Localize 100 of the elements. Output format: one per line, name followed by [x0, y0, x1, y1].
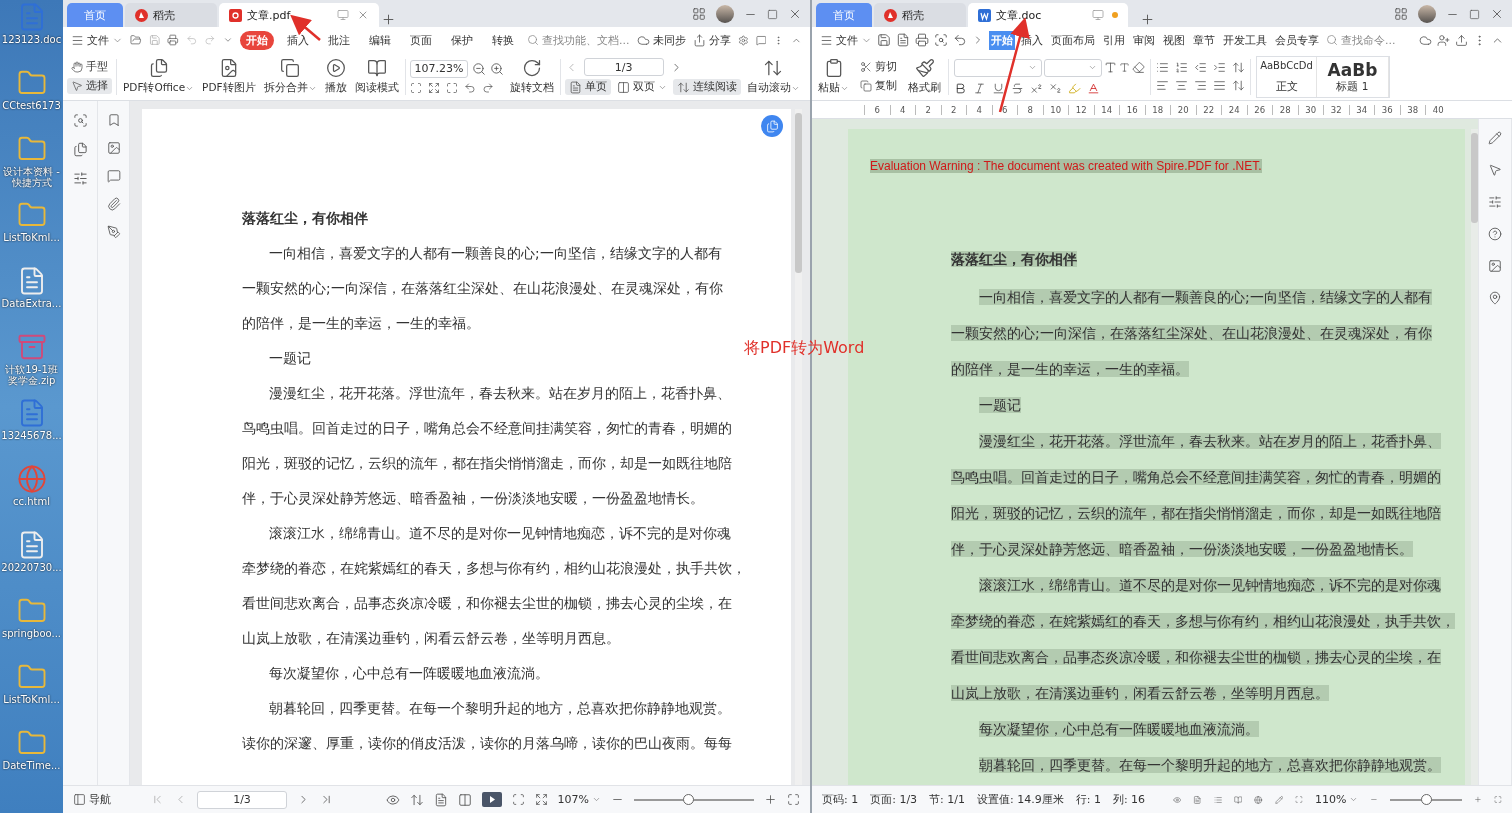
menu-tab[interactable]: 审阅	[1131, 30, 1157, 50]
menu-tab[interactable]: 视图	[1161, 30, 1187, 50]
print-icon[interactable]	[915, 33, 929, 47]
fit-page-icon[interactable]	[534, 793, 548, 806]
attachment-icon[interactable]	[106, 197, 121, 211]
book-icon[interactable]	[366, 58, 387, 78]
italic-icon[interactable]	[973, 81, 986, 95]
zoom-out-icon[interactable]	[471, 61, 486, 76]
slider-thumb[interactable]	[1421, 793, 1433, 805]
fit-icon[interactable]	[1295, 793, 1303, 806]
zoom-field[interactable]: 107.23%	[409, 59, 468, 78]
convert-float-button[interactable]	[761, 115, 783, 137]
paste-button[interactable]: 粘贴	[816, 58, 851, 95]
print-icon[interactable]	[167, 33, 179, 47]
cloud-icon[interactable]	[1419, 33, 1432, 47]
document-tab[interactable]: 稻壳	[874, 3, 966, 27]
bullet-list-icon[interactable]	[1156, 61, 1169, 74]
undo-icon[interactable]	[953, 33, 967, 47]
shrink-font-icon[interactable]	[1119, 62, 1130, 73]
desktop-icon-label[interactable]: DateTime...	[0, 760, 63, 771]
style-option[interactable]: AaBb 标题 1	[1317, 56, 1389, 97]
page-field[interactable]: 1/3	[197, 790, 287, 809]
eye-icon[interactable]	[385, 792, 400, 807]
monitor-icon[interactable]	[337, 9, 349, 21]
play-icon[interactable]	[481, 792, 502, 807]
pointer-icon[interactable]	[1488, 163, 1502, 177]
superscript-icon[interactable]	[1030, 81, 1043, 95]
menu-tab[interactable]: 转换	[485, 30, 520, 50]
sort-icon[interactable]	[1232, 61, 1245, 74]
help-icon[interactable]	[1488, 227, 1502, 241]
actual-size-icon[interactable]	[409, 81, 422, 94]
close-icon[interactable]	[788, 7, 802, 21]
menu-tab[interactable]: 页面	[403, 30, 438, 50]
tool-button[interactable]: 播放	[322, 58, 349, 95]
document-tab[interactable]: 稻壳	[125, 3, 217, 27]
continuous-icon[interactable]	[409, 792, 424, 807]
format-painter-button[interactable]: 格式刷	[906, 58, 943, 95]
tool-button[interactable]: 手型	[67, 59, 112, 75]
bookmark-icon[interactable]	[106, 113, 121, 127]
menu-tab[interactable]: 插入	[280, 30, 315, 50]
zoom-in-icon[interactable]	[489, 61, 504, 76]
tool-button[interactable]: 阅读模式	[352, 58, 401, 95]
clear-format-icon[interactable]	[1132, 61, 1145, 74]
indent-icon[interactable]	[1213, 61, 1226, 74]
zoom-in-icon[interactable]	[764, 793, 777, 806]
menu-tab[interactable]: 开发工具	[1221, 30, 1269, 50]
file-menu[interactable]: 文件	[71, 32, 123, 48]
play-icon[interactable]	[325, 58, 346, 78]
settings-icon[interactable]	[737, 33, 749, 47]
scrollbar[interactable]	[1471, 129, 1478, 785]
document-tab[interactable]: 文章.pdf	[219, 3, 379, 27]
zoom-menu[interactable]: 110%	[1315, 793, 1359, 806]
sliders-icon[interactable]	[72, 171, 88, 186]
location-icon[interactable]	[1488, 291, 1502, 305]
search-field[interactable]: 查找命令...	[1326, 33, 1407, 47]
sliders-icon[interactable]	[1488, 195, 1502, 209]
pages-icon[interactable]	[280, 58, 301, 78]
maximize-icon[interactable]	[767, 8, 778, 20]
menu-tab[interactable]: 页面布局	[1049, 30, 1097, 50]
slider-thumb[interactable]	[683, 793, 694, 805]
strikethrough-icon[interactable]	[1011, 81, 1024, 95]
tool-button[interactable]: 选择	[67, 78, 112, 94]
double-page-icon[interactable]	[457, 792, 472, 807]
close-icon[interactable]	[1490, 7, 1504, 21]
style-option[interactable]: AaBbCcDd 正文	[1257, 56, 1317, 97]
fit-width-icon[interactable]	[445, 81, 458, 94]
tool-button[interactable]: 旋转文档	[507, 58, 556, 95]
pencil-icon[interactable]	[1488, 131, 1502, 145]
export-icon[interactable]	[896, 33, 910, 47]
last-page-icon[interactable]	[320, 793, 333, 806]
monitor-icon[interactable]	[1092, 9, 1104, 21]
new-tab-icon[interactable]	[1140, 12, 1155, 27]
rotate-left-icon[interactable]	[463, 81, 476, 94]
convert-icon[interactable]	[148, 58, 169, 78]
image-icon[interactable]	[1488, 259, 1502, 273]
desktop-icon-label[interactable]: CCtest6173	[0, 100, 63, 111]
pages-icon[interactable]	[72, 142, 88, 157]
desktop-icon-label[interactable]: springboo...	[0, 628, 63, 639]
desktop-icon-label[interactable]: 123123.doc	[0, 34, 63, 45]
close-icon[interactable]	[357, 9, 369, 21]
page-field[interactable]: 1/3	[583, 58, 664, 76]
maximize-icon[interactable]	[1469, 8, 1480, 20]
single-page-icon[interactable]	[433, 792, 448, 807]
comment-icon[interactable]	[106, 169, 121, 183]
document-tab[interactable]: 文章.doc	[968, 3, 1128, 27]
desktop-icon-label[interactable]: ListToKml...	[0, 232, 63, 243]
upload-icon[interactable]	[1455, 33, 1468, 47]
message-icon[interactable]	[755, 33, 767, 47]
fit-page-icon[interactable]	[427, 81, 440, 94]
outdent-icon[interactable]	[1194, 61, 1207, 74]
menu-tab[interactable]: 开始	[239, 30, 274, 50]
underline-icon[interactable]	[992, 81, 1005, 95]
tool-button[interactable]: PDF转Office	[121, 58, 197, 95]
tool-button[interactable]: 拆分合并	[261, 58, 319, 95]
navigation-button[interactable]: 导航	[73, 792, 111, 807]
fullscreen-icon[interactable]	[1494, 793, 1502, 806]
line-spacing-icon[interactable]	[1232, 79, 1245, 92]
new-tab-icon[interactable]	[381, 12, 396, 27]
zoom-menu[interactable]: 107%	[557, 793, 601, 806]
desktop-icon-label[interactable]: ListToKml...	[0, 694, 63, 705]
